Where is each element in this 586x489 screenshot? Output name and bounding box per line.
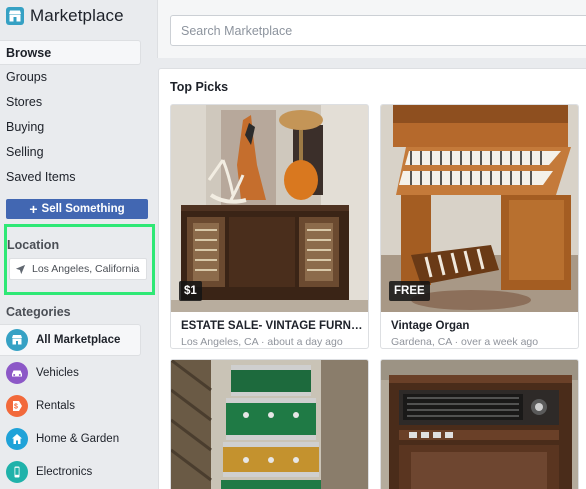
search-input[interactable] bbox=[170, 15, 586, 46]
listings-panel: Top Picks $1 ESTATE SALE- VINTAGE FURNIT… bbox=[158, 68, 586, 489]
section-title: Top Picks bbox=[170, 80, 229, 94]
category-home-garden[interactable]: Home & Garden bbox=[0, 422, 141, 455]
navigation-arrow-icon bbox=[15, 264, 26, 274]
listing-card[interactable]: $1 ESTATE SALE- VINTAGE FURNIT... Los An… bbox=[170, 104, 369, 349]
category-rentals[interactable]: $ Rentals bbox=[0, 389, 141, 422]
sidebar-item-groups[interactable]: Groups bbox=[0, 65, 141, 90]
plus-icon: + bbox=[29, 201, 38, 217]
categories-heading: Categories bbox=[6, 305, 71, 319]
sidebar-item-buying[interactable]: Buying bbox=[0, 115, 141, 140]
listing-photo bbox=[381, 360, 578, 489]
sidebar-item-saved-items[interactable]: Saved Items bbox=[0, 165, 141, 190]
location-field[interactable]: Los Angeles, California bbox=[9, 258, 147, 280]
listing-photo bbox=[171, 360, 368, 489]
phone-icon bbox=[6, 460, 28, 483]
listing-card[interactable] bbox=[170, 359, 369, 489]
storefront-icon bbox=[6, 329, 28, 351]
category-label: All Marketplace bbox=[36, 334, 121, 346]
category-label: Home & Garden bbox=[36, 432, 120, 445]
app-title: Marketplace bbox=[30, 6, 124, 25]
price-tag-icon: $ bbox=[6, 394, 28, 417]
sidebar-item-label: Groups bbox=[6, 70, 47, 84]
sell-something-button[interactable]: + Sell Something bbox=[6, 199, 148, 219]
listing-meta: Los Angeles, CA · about a day ago bbox=[181, 336, 343, 348]
price-badge: $1 bbox=[179, 281, 202, 301]
marketplace-storefront-icon bbox=[6, 7, 24, 25]
sidebar-item-label: Saved Items bbox=[6, 170, 76, 184]
sidebar-item-label: Browse bbox=[6, 46, 52, 60]
categories-list: All Marketplace Vehicles $ Rentals Home … bbox=[0, 324, 141, 488]
sidebar-nav: Browse Groups Stores Buying Selling Save… bbox=[0, 40, 141, 190]
category-label: Rentals bbox=[36, 399, 75, 412]
category-vehicles[interactable]: Vehicles bbox=[0, 356, 141, 389]
sidebar: Marketplace Browse Groups Stores Buying … bbox=[0, 0, 157, 489]
listing-card[interactable]: FREE Vintage Organ Gardena, CA · over a … bbox=[380, 104, 579, 349]
listing-meta: Gardena, CA · over a week ago bbox=[391, 336, 539, 348]
sidebar-item-label: Buying bbox=[6, 120, 45, 134]
house-icon bbox=[6, 427, 28, 450]
category-label: Electronics bbox=[36, 465, 93, 478]
listing-card[interactable] bbox=[380, 359, 579, 489]
top-bar bbox=[157, 0, 586, 58]
sidebar-item-browse[interactable]: Browse bbox=[0, 40, 141, 65]
sidebar-item-selling[interactable]: Selling bbox=[0, 140, 141, 165]
sell-button-label: Sell Something bbox=[41, 203, 125, 215]
price-badge: FREE bbox=[389, 281, 430, 301]
car-icon bbox=[6, 361, 28, 384]
location-value: Los Angeles, California bbox=[32, 263, 140, 275]
category-electronics[interactable]: Electronics bbox=[0, 455, 141, 488]
sidebar-item-label: Stores bbox=[6, 95, 43, 109]
location-heading: Location bbox=[7, 238, 60, 252]
brand[interactable]: Marketplace bbox=[6, 4, 124, 28]
category-label: Vehicles bbox=[36, 366, 79, 379]
svg-text:$: $ bbox=[14, 403, 18, 410]
listing-title: ESTATE SALE- VINTAGE FURNIT... bbox=[181, 320, 363, 332]
sidebar-item-label: Selling bbox=[6, 145, 44, 159]
category-all-marketplace[interactable]: All Marketplace bbox=[0, 324, 141, 356]
sidebar-item-stores[interactable]: Stores bbox=[0, 90, 141, 115]
listing-title: Vintage Organ bbox=[391, 320, 470, 332]
